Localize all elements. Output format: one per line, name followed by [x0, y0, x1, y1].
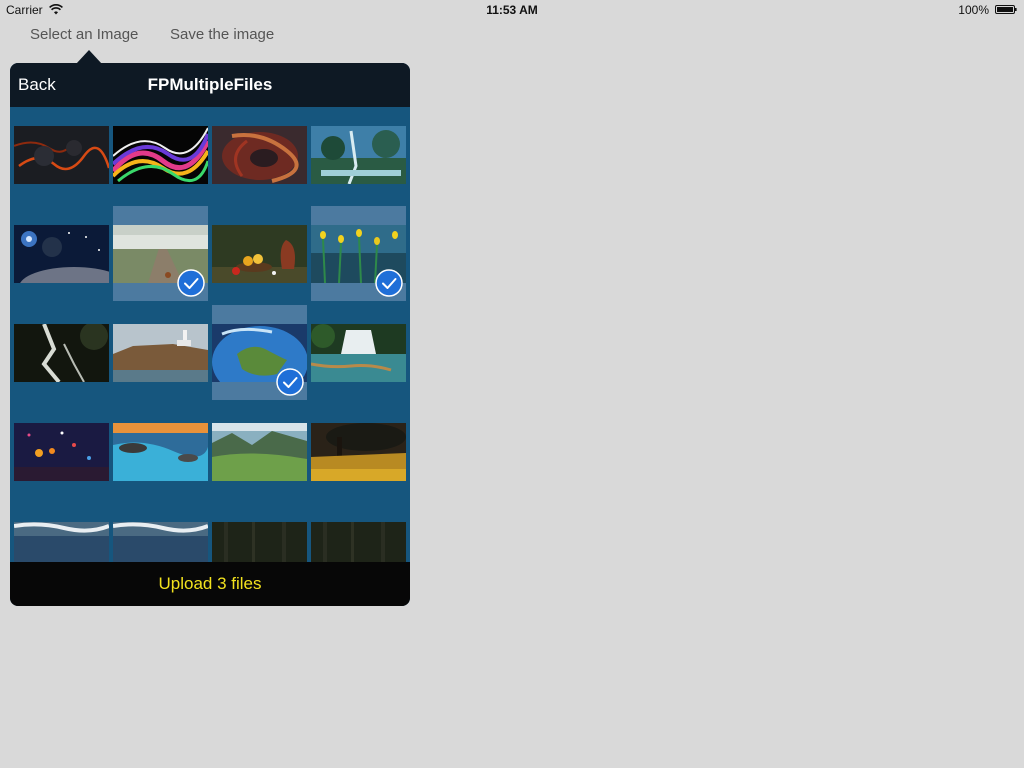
clock: 11:53 AM — [486, 3, 538, 17]
battery-icon — [995, 5, 1017, 14]
nav-title: FPMultipleFiles — [147, 75, 273, 94]
thumbnail-image — [113, 324, 208, 382]
thumbnail-image — [212, 126, 307, 184]
grid-item-fantasy-waterfall[interactable] — [311, 107, 406, 202]
grid-item-lava-rock[interactable] — [14, 107, 109, 202]
grid-item-dark-forest[interactable] — [212, 503, 307, 562]
thumbnail-image — [311, 324, 406, 382]
grid-item-space-galaxy[interactable] — [14, 206, 109, 301]
battery-percentage: 100% — [958, 3, 989, 17]
grid-item-abstract-red[interactable] — [212, 107, 307, 202]
checkmark-icon — [375, 269, 403, 297]
grid-item-colorful-smoke[interactable] — [113, 107, 208, 202]
thumbnail-image — [212, 522, 307, 562]
grid-item-stormy-sea[interactable] — [14, 503, 109, 562]
grid-item-dark-forest-2[interactable] — [311, 503, 406, 562]
grid-item-night-lanterns[interactable] — [14, 404, 109, 499]
save-image-button[interactable]: Save the image — [170, 26, 274, 43]
thumbnail-image — [113, 126, 208, 184]
thumbnail-image — [14, 423, 109, 481]
thumbnail-image — [14, 126, 109, 184]
thumbnail-image — [311, 126, 406, 184]
grid-item-waterfall-pool[interactable] — [311, 305, 406, 400]
checkmark-icon — [177, 269, 205, 297]
status-bar: Carrier 11:53 AM 100% — [0, 0, 1024, 20]
image-grid[interactable] — [10, 107, 410, 562]
thumbnail-image — [113, 423, 208, 481]
thumbnail-image — [14, 522, 109, 562]
thumbnail-image — [14, 324, 109, 382]
thumbnail-image — [212, 225, 307, 283]
select-image-button[interactable]: Select an Image — [30, 26, 138, 43]
thumbnail-image — [113, 522, 208, 562]
upload-files-button[interactable]: Upload 3 files — [10, 562, 410, 606]
navigation-bar: Back FPMultipleFiles — [10, 63, 410, 107]
grid-item-blue-tulips[interactable] — [311, 206, 406, 301]
popover-arrow — [76, 50, 102, 64]
image-picker-popover: Back FPMultipleFiles Upload 3 files — [10, 63, 410, 606]
grid-item-fruit-still-life[interactable] — [212, 206, 307, 301]
thumbnail-image — [311, 522, 406, 562]
grid-item-dark-waterfall[interactable] — [14, 305, 109, 400]
grid-item-golden-tree[interactable] — [311, 404, 406, 499]
grid-item-earth-globe[interactable] — [212, 305, 307, 400]
grid-item-ocean-rocks[interactable] — [113, 404, 208, 499]
grid-item-foggy-road[interactable] — [113, 206, 208, 301]
grid-item-stormy-sea-2[interactable] — [113, 503, 208, 562]
thumbnail-image — [311, 423, 406, 481]
grid-item-green-valley[interactable] — [212, 404, 307, 499]
grid-item-lighthouse-coast[interactable] — [113, 305, 208, 400]
checkmark-icon — [276, 368, 304, 396]
thumbnail-image — [212, 423, 307, 481]
thumbnail-image — [14, 225, 109, 283]
